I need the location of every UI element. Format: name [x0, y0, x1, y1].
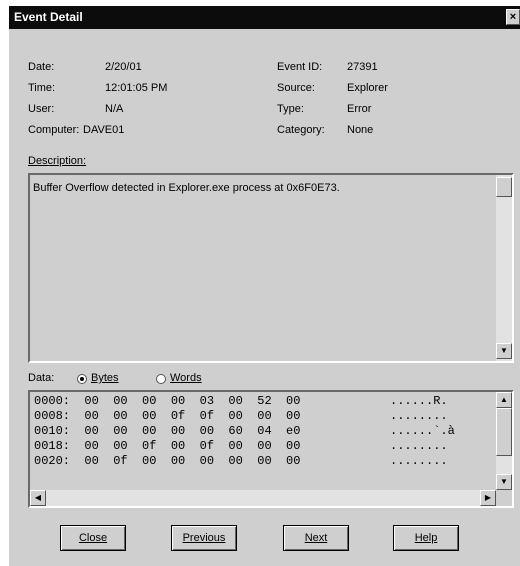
- eventid-value: 27391: [347, 61, 378, 73]
- computer-label: Computer:: [28, 124, 80, 136]
- computer-value: DAVE01: [83, 124, 125, 136]
- window-title: Event Detail: [14, 10, 83, 24]
- type-value: Error: [347, 103, 372, 115]
- help-button[interactable]: Help: [393, 525, 459, 551]
- bytes-radio[interactable]: [77, 374, 87, 384]
- next-button-label: Next: [304, 532, 328, 544]
- close-button-label: Close: [78, 532, 108, 544]
- data-vertical-scrollbar[interactable]: ▲ ▼: [496, 392, 512, 490]
- eventid-label: Event ID:: [277, 61, 323, 73]
- description-box[interactable]: Buffer Overflow detected in Explorer.exe…: [28, 173, 514, 363]
- words-radio-label[interactable]: Words: [170, 372, 202, 384]
- previous-button[interactable]: Previous: [171, 525, 237, 551]
- data-label: Data:: [28, 372, 55, 384]
- description-label: Description:: [28, 155, 87, 167]
- type-label: Type:: [277, 103, 304, 115]
- ascii-cell: ........: [390, 439, 448, 453]
- category-label: Category:: [277, 124, 325, 136]
- help-button-label: Help: [414, 532, 438, 544]
- bytes-radio-label[interactable]: Bytes: [91, 372, 119, 384]
- event-detail-dialog: Event Detail × Date: 2/20/01 Time: 12:01…: [9, 6, 520, 566]
- date-label: Date:: [28, 61, 55, 73]
- time-value: 12:01:05 PM: [105, 82, 168, 94]
- data-scroll-up-button[interactable]: ▲: [496, 392, 512, 408]
- data-scroll-thumb[interactable]: [496, 408, 512, 456]
- hex-row: 0000: 00 00 00 00 03 00 52 00: [34, 394, 301, 408]
- description-text: Buffer Overflow detected in Explorer.exe…: [33, 182, 340, 194]
- ascii-cell: ......R.: [390, 394, 448, 408]
- ascii-cell: ......`.à: [390, 424, 455, 438]
- words-radio[interactable]: [156, 374, 166, 384]
- category-value: None: [347, 124, 374, 136]
- next-button[interactable]: Next: [283, 525, 349, 551]
- user-value: N/A: [105, 103, 124, 115]
- hex-row: 0008: 00 00 00 0f 0f 00 00 00: [34, 409, 301, 423]
- source-value: Explorer: [347, 82, 388, 94]
- time-label: Time:: [28, 82, 56, 94]
- title-bar: Event Detail ×: [9, 6, 520, 29]
- scroll-corner: [496, 490, 512, 506]
- scroll-down-button[interactable]: ▼: [496, 343, 512, 359]
- data-scroll-right-button[interactable]: ▶: [480, 490, 496, 506]
- ascii-cell: ........: [390, 454, 448, 468]
- data-horizontal-scrollbar[interactable]: ◀ ▶: [30, 490, 496, 506]
- data-scroll-down-button[interactable]: ▼: [496, 474, 512, 490]
- hex-row: 0010: 00 00 00 00 00 60 04 e0: [34, 424, 301, 438]
- hex-row: 0020: 00 0f 00 00 00 00 00 00: [34, 454, 301, 468]
- date-value: 2/20/01: [105, 61, 142, 73]
- data-box[interactable]: 0000: 00 00 00 00 03 00 52 00 ......R. 0…: [28, 390, 514, 508]
- data-scroll-left-button[interactable]: ◀: [30, 490, 46, 506]
- description-scrollbar[interactable]: ▼: [496, 175, 512, 361]
- ascii-cell: ........: [390, 409, 448, 423]
- previous-button-label: Previous: [182, 532, 226, 544]
- close-button[interactable]: Close: [60, 525, 126, 551]
- source-label: Source:: [277, 82, 315, 94]
- hex-row: 0018: 00 00 0f 00 0f 00 00 00: [34, 439, 301, 453]
- radio-selected-dot: [80, 377, 84, 381]
- close-icon[interactable]: ×: [506, 9, 520, 25]
- user-label: User:: [28, 103, 55, 115]
- scroll-up-button[interactable]: [496, 177, 512, 197]
